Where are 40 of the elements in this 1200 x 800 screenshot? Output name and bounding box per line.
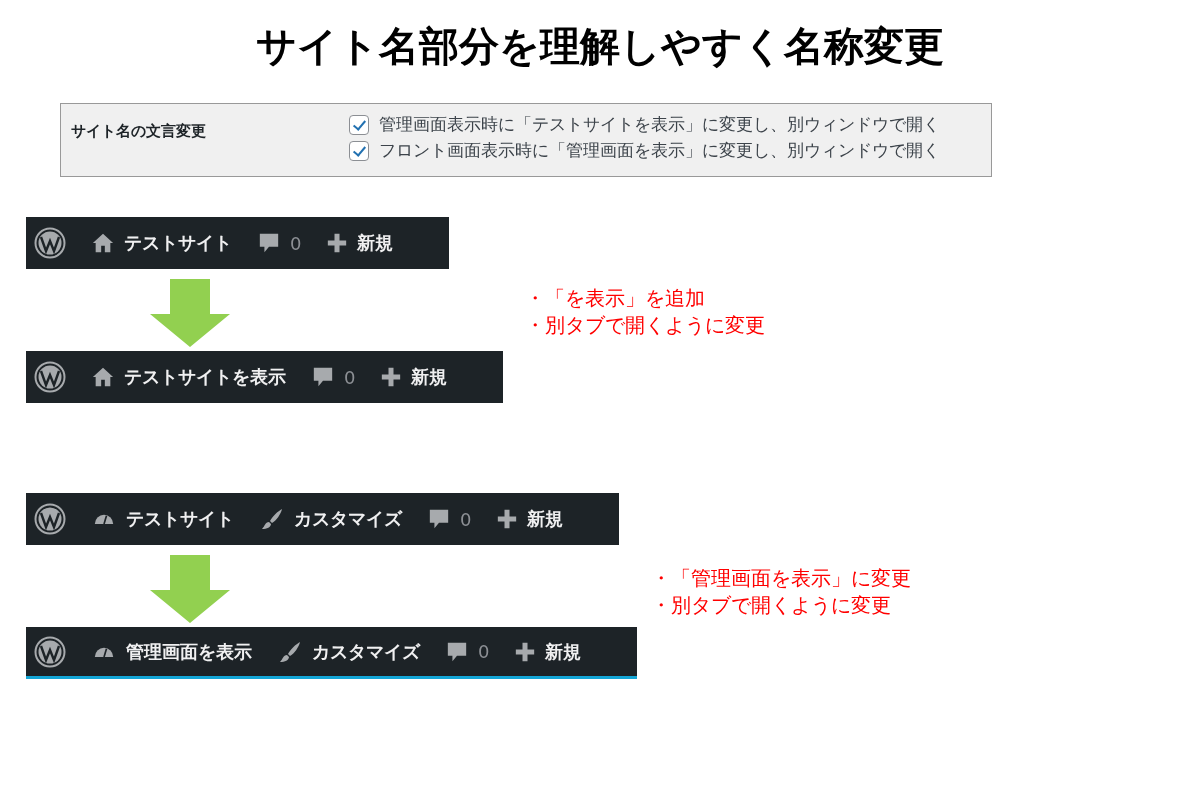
wordpress-logo-icon[interactable] bbox=[34, 361, 66, 393]
paintbrush-icon bbox=[260, 507, 284, 531]
setting-label: サイト名の文言変更 bbox=[71, 121, 207, 142]
site-name-link[interactable]: テストサイト bbox=[92, 507, 234, 531]
page-title: サイト名部分を理解しやすく名称変更 bbox=[255, 22, 945, 71]
wordpress-logo-icon[interactable] bbox=[34, 227, 66, 259]
plus-icon bbox=[327, 233, 348, 253]
new-link[interactable]: 新規 bbox=[515, 639, 582, 664]
speech-bubble-icon bbox=[312, 366, 334, 388]
plus-icon bbox=[381, 367, 402, 387]
customize-link[interactable]: カスタマイズ bbox=[260, 507, 402, 531]
comments-link[interactable]: 0 bbox=[446, 640, 490, 663]
note-text: ・別タブで開くように変更 bbox=[651, 592, 893, 619]
site-name-link[interactable]: 管理画面を表示 bbox=[92, 639, 252, 664]
note-text: ・別タブで開くように変更 bbox=[525, 312, 766, 339]
site-name-link[interactable]: テストサイト bbox=[92, 231, 232, 255]
house-icon bbox=[92, 232, 114, 254]
option-label: フロント画面表示時に「管理画面を表示」に変更し、別ウィンドウで開く bbox=[379, 140, 940, 162]
wordpress-logo-icon[interactable] bbox=[34, 503, 66, 535]
comments-link[interactable]: 0 bbox=[312, 366, 356, 388]
checkbox[interactable] bbox=[349, 115, 369, 135]
house-icon bbox=[92, 366, 114, 388]
plus-icon bbox=[515, 641, 536, 662]
site-name-link[interactable]: テストサイトを表示 bbox=[92, 365, 286, 389]
comments-link[interactable]: 0 bbox=[428, 508, 472, 530]
speech-bubble-icon bbox=[428, 508, 450, 530]
new-link[interactable]: 新規 bbox=[327, 231, 394, 255]
paintbrush-icon bbox=[278, 639, 302, 664]
new-link[interactable]: 新規 bbox=[381, 365, 448, 389]
new-link[interactable]: 新規 bbox=[497, 507, 564, 531]
option-label: 管理画面表示時に「テストサイトを表示」に変更し、別ウィンドウで開く bbox=[379, 114, 940, 136]
wordpress-logo-icon[interactable] bbox=[34, 635, 66, 668]
speech-bubble-icon bbox=[258, 232, 280, 254]
note-text: ・「を表示」を追加 bbox=[525, 285, 707, 312]
checkbox[interactable] bbox=[349, 141, 369, 161]
note-text: ・「管理画面を表示」に変更 bbox=[651, 565, 912, 592]
customize-link[interactable]: カスタマイズ bbox=[278, 639, 420, 664]
comments-link[interactable]: 0 bbox=[258, 232, 302, 254]
speech-bubble-icon bbox=[446, 640, 468, 663]
plus-icon bbox=[497, 509, 518, 529]
